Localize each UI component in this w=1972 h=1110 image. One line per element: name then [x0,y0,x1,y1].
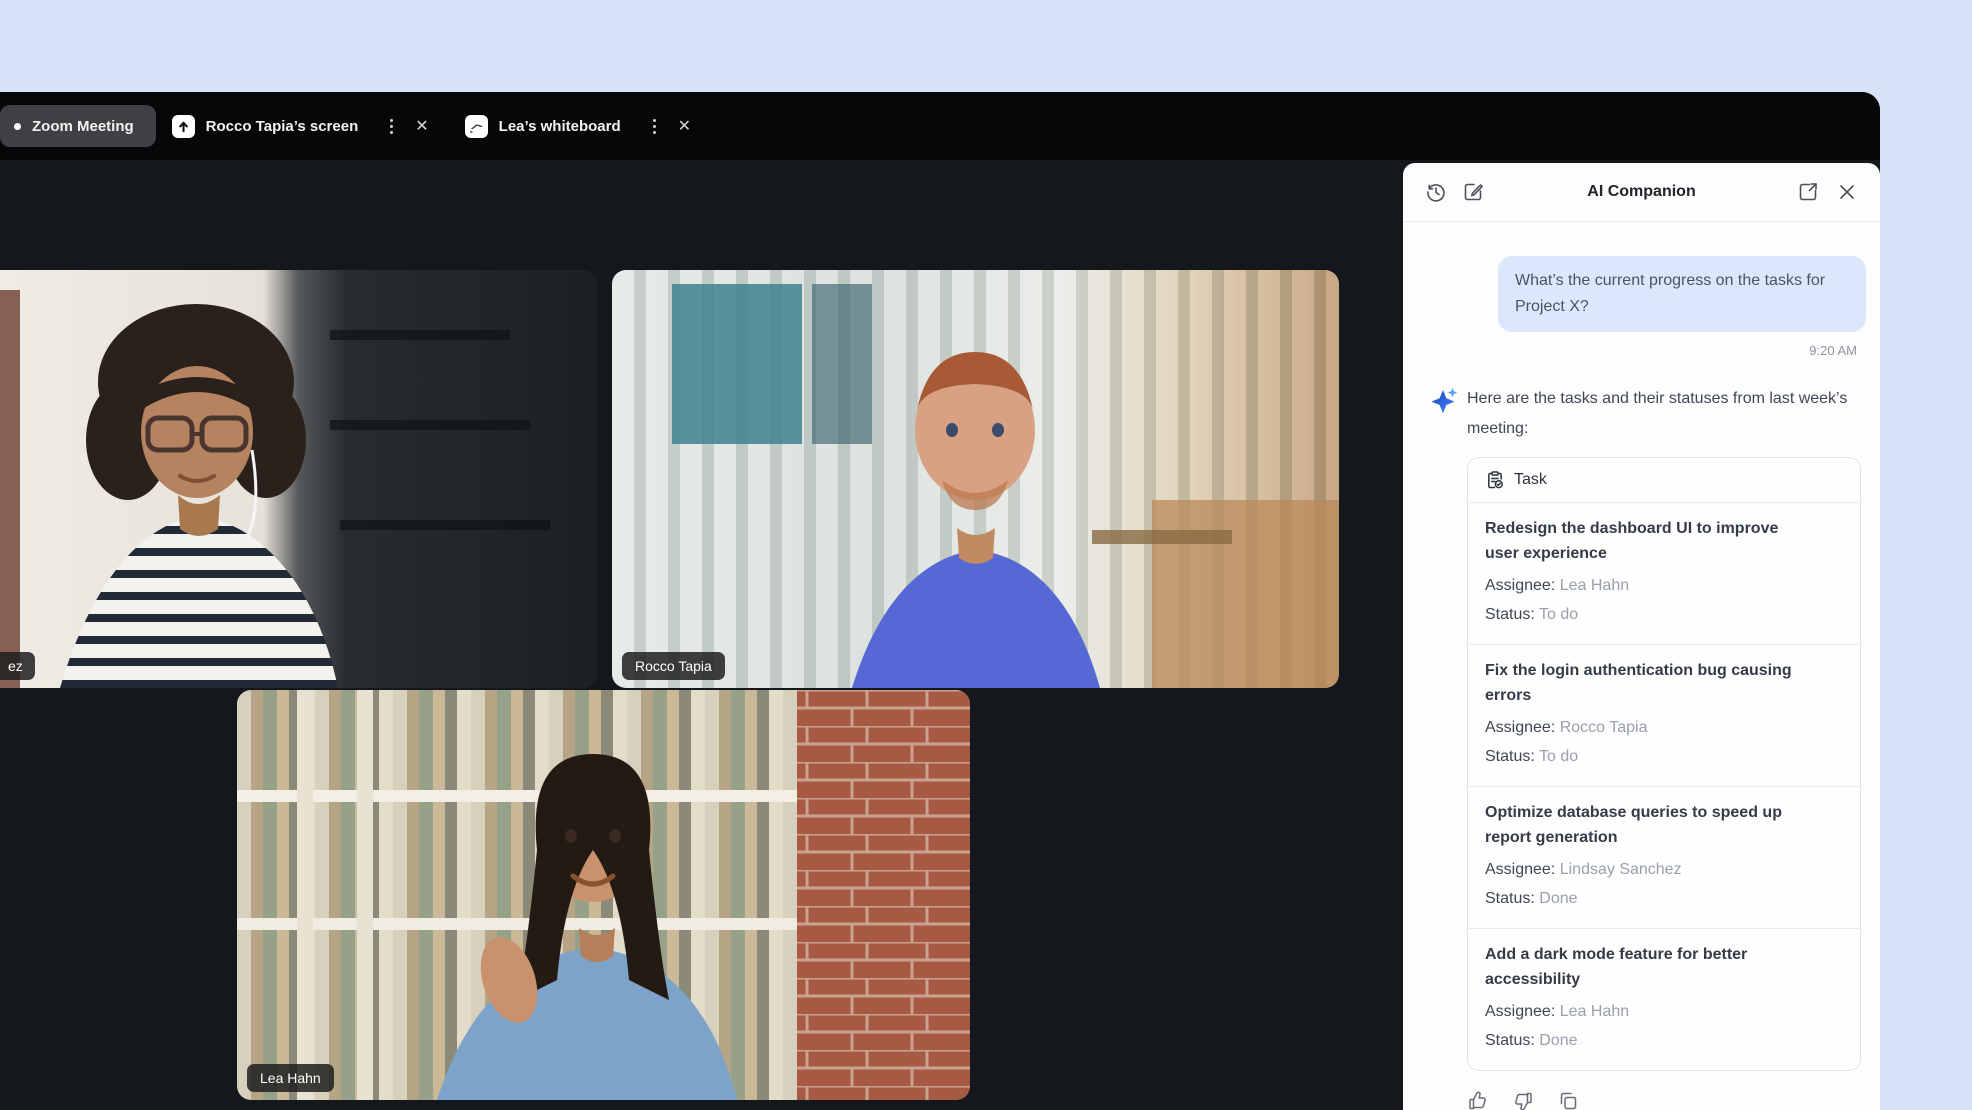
name-tag: Rocco Tapia [622,652,725,680]
video-feed [237,690,970,1100]
video-feed [612,270,1339,688]
video-tile-participant-sanchez[interactable]: ez [0,270,597,688]
copy-icon[interactable] [1557,1090,1579,1110]
tab-close-icon[interactable]: ✕ [407,112,436,140]
clipboard-task-icon [1485,470,1505,490]
name-tag: ez [0,652,35,680]
ai-response-text: Here are the tasks and their statuses fr… [1467,384,1852,444]
close-panel-icon[interactable] [1836,181,1858,203]
tab-zoom-meeting[interactable]: Zoom Meeting [0,105,156,147]
thumbs-up-icon[interactable] [1467,1090,1489,1110]
tab-lea-whiteboard[interactable]: Lea’s whiteboard [465,115,621,138]
task-card-header: Task [1468,458,1860,503]
tab-label: Lea’s whiteboard [499,118,621,135]
new-chat-icon[interactable] [1462,181,1484,203]
task-title: Add a dark mode feature for better acces… [1485,942,1793,992]
ai-response: Here are the tasks and their statuses fr… [1430,384,1866,444]
screen-share-icon [172,115,195,138]
user-message-bubble: What’s the current progress on the tasks… [1498,256,1866,332]
window-tab-bar: Zoom Meeting Rocco Tapia’s screen ✕ Lea’… [0,92,1880,160]
tab-close-icon[interactable]: ✕ [670,112,699,140]
ai-companion-panel: AI Companion What’s the current progress… [1403,163,1880,1110]
task-title: Fix the login authentication bug causing… [1485,658,1793,708]
task-status: Status: To do [1485,742,1843,771]
tab-label: Rocco Tapia’s screen [206,118,359,135]
video-tile-rocco-tapia[interactable]: Rocco Tapia [612,270,1339,688]
response-feedback-row [1467,1090,1880,1110]
active-tab-dot-icon [14,123,21,130]
task-assignee: Assignee: Lea Hahn [1485,571,1843,600]
task-status: Status: Done [1485,1026,1843,1055]
task-title: Redesign the dashboard UI to improve use… [1485,516,1793,566]
name-tag: Lea Hahn [247,1064,334,1092]
task-card-title: Task [1514,471,1547,489]
ai-panel-header: AI Companion [1403,163,1880,222]
video-tile-lea-hahn[interactable]: Lea Hahn [237,690,970,1100]
task-status: Status: Done [1485,884,1843,913]
history-icon[interactable] [1425,181,1447,203]
task-assignee: Assignee: Lindsay Sanchez [1485,855,1843,884]
message-timestamp: 9:20 AM [1403,343,1857,358]
task-status: Status: To do [1485,600,1843,629]
desktop-background: Zoom Meeting Rocco Tapia’s screen ✕ Lea’… [0,0,1972,1110]
tab-label: Zoom Meeting [32,118,134,135]
ai-companion-sparkle-icon [1430,386,1460,416]
task-assignee: Assignee: Lea Hahn [1485,997,1843,1026]
whiteboard-icon [465,115,488,138]
task-title: Optimize database queries to speed up re… [1485,800,1793,850]
task-assignee: Assignee: Rocco Tapia [1485,713,1843,742]
pop-out-icon[interactable] [1797,181,1819,203]
tab-options-kebab-icon[interactable] [645,113,664,140]
thumbs-down-icon[interactable] [1512,1090,1534,1110]
task-item: Fix the login authentication bug causing… [1468,644,1860,786]
task-card: Task Redesign the dashboard UI to improv… [1467,457,1861,1071]
task-item: Optimize database queries to speed up re… [1468,786,1860,928]
video-feed [0,270,597,688]
task-item: Redesign the dashboard UI to improve use… [1468,503,1860,644]
task-item: Add a dark mode feature for better acces… [1468,928,1860,1070]
tab-options-kebab-icon[interactable] [382,113,401,140]
tab-rocco-screen[interactable]: Rocco Tapia’s screen [172,115,359,138]
